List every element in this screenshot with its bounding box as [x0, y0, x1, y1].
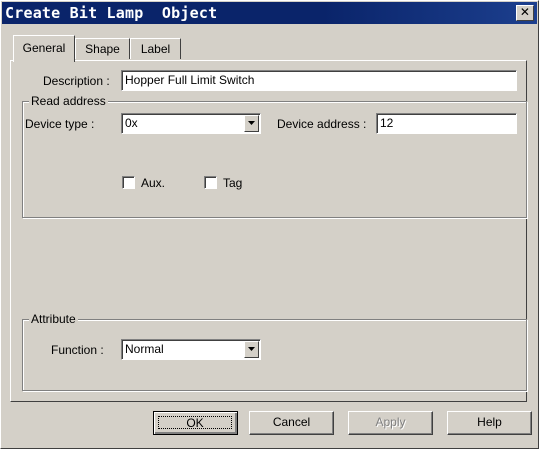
tab-general[interactable]: General — [13, 35, 75, 62]
read-address-title: Read address — [29, 93, 108, 109]
apply-button[interactable]: Apply — [348, 411, 433, 435]
device-type-value: 0x — [125, 116, 138, 130]
help-button[interactable]: Help — [447, 411, 532, 435]
close-button[interactable]: ✕ — [516, 5, 534, 21]
chevron-down-icon — [248, 347, 255, 351]
function-value: Normal — [125, 342, 164, 356]
device-type-dropdown-button[interactable] — [244, 115, 259, 132]
cancel-button[interactable]: Cancel — [249, 411, 334, 435]
tab-general-label: General — [22, 41, 66, 55]
ok-button-label: OK — [186, 416, 204, 430]
cancel-button-label: Cancel — [272, 415, 311, 429]
function-label: Function : — [51, 343, 104, 357]
tab-shape[interactable]: Shape — [75, 38, 130, 59]
window-title: Create Bit Lamp Object — [5, 4, 218, 22]
device-address-label: Device address : — [277, 117, 367, 131]
aux-label: Aux. — [141, 176, 166, 190]
description-input[interactable]: Hopper Full Limit Switch — [121, 70, 517, 91]
tag-label: Tag — [223, 176, 243, 190]
function-select[interactable]: Normal — [121, 339, 261, 360]
tab-label-label: Label — [140, 42, 171, 56]
ok-button[interactable]: OK — [153, 411, 238, 435]
help-button-label: Help — [477, 415, 502, 429]
apply-button-label: Apply — [375, 415, 406, 429]
chevron-down-icon — [248, 121, 255, 125]
tab-shape-label: Shape — [85, 42, 120, 56]
close-icon: ✕ — [519, 5, 531, 19]
tag-checkbox[interactable] — [204, 176, 217, 189]
aux-checkbox[interactable] — [122, 176, 135, 189]
title-bar[interactable]: Create Bit Lamp Object ✕ — [2, 2, 537, 24]
tab-label[interactable]: Label — [130, 38, 181, 59]
device-type-select[interactable]: 0x — [121, 113, 261, 134]
device-type-label: Device type : — [25, 117, 95, 131]
function-dropdown-button[interactable] — [244, 341, 259, 358]
attribute-title: Attribute — [29, 311, 78, 327]
device-address-input[interactable]: 12 — [376, 113, 517, 134]
